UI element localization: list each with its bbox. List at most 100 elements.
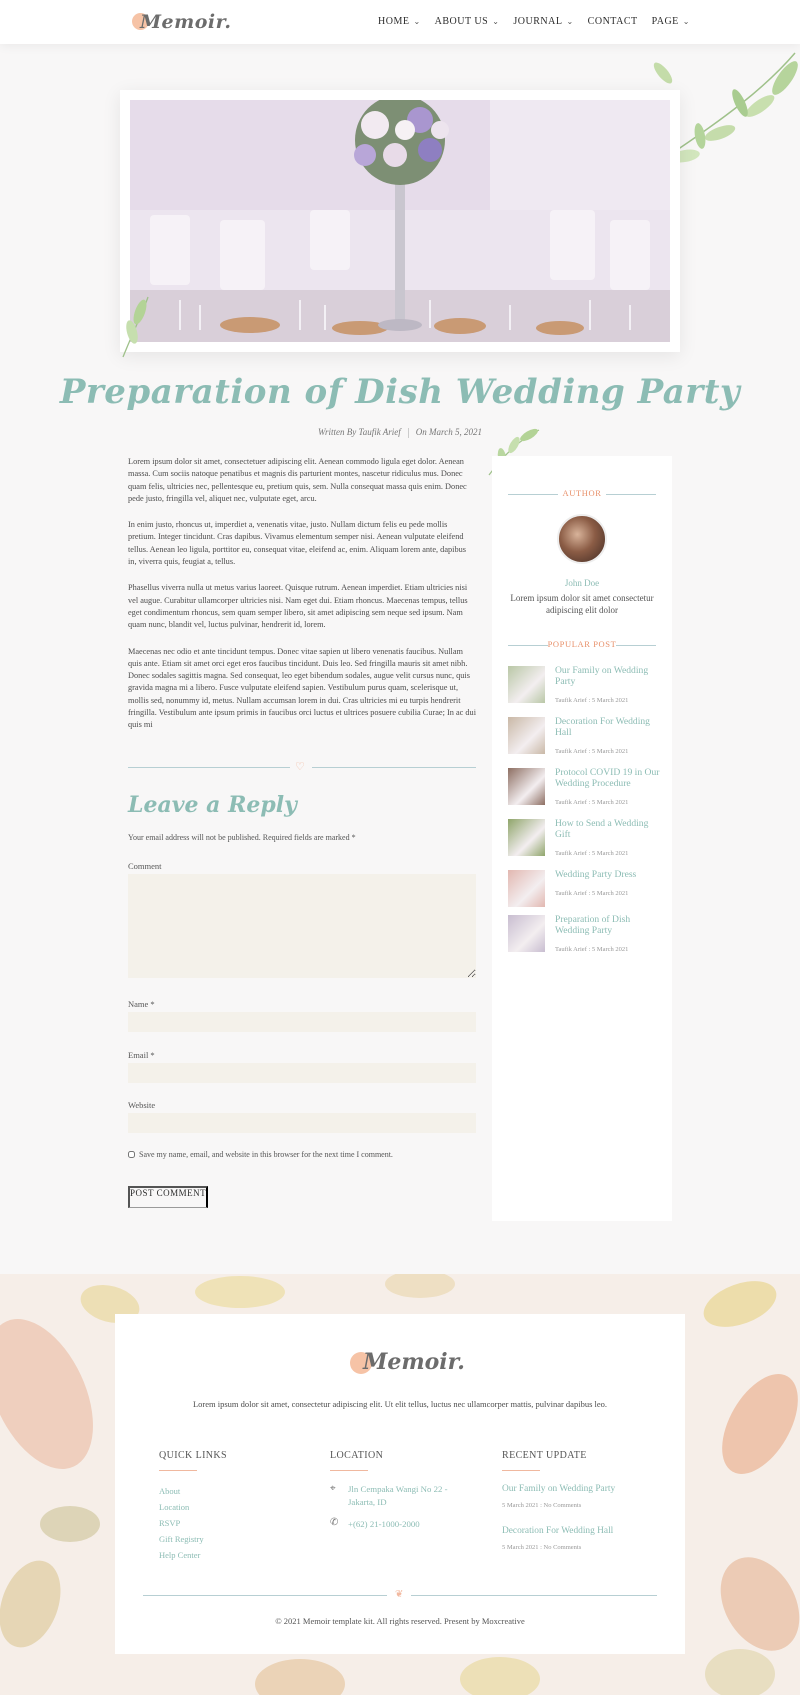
nav-page[interactable]: PAGE ⌄ xyxy=(652,16,690,27)
footer-link-gift-registry[interactable]: Gift Registry xyxy=(159,1534,204,1544)
footer-divider: ❦ xyxy=(143,1589,657,1600)
author-description: Lorem ipsum dolor sit amet consectetur a… xyxy=(510,593,654,615)
nav-home-label: HOME xyxy=(378,16,410,27)
post-date: On March 5, 2021 xyxy=(415,427,482,437)
name-label: Name * xyxy=(128,999,155,1009)
recent-update-title-link[interactable]: Decoration For Wedding Hall xyxy=(502,1526,613,1536)
author-avatar xyxy=(557,514,607,564)
popular-post-item[interactable]: Our Family on Wedding Party Taufik Arief… xyxy=(508,665,662,710)
meta-separator xyxy=(407,427,409,438)
quick-links-title: QUICK LINKS xyxy=(159,1450,228,1461)
nav-contact[interactable]: CONTACT xyxy=(588,16,638,27)
comment-field[interactable] xyxy=(128,874,476,978)
nav-about-label: ABOUT US xyxy=(434,16,489,27)
popular-post-meta: Taufik Arief : 5 March 2021 xyxy=(555,748,629,755)
main-nav: HOME ⌄ ABOUT US ⌄ JOURNAL ⌄ CONTACT PAGE ⌄ xyxy=(378,16,690,27)
nav-journal[interactable]: JOURNAL ⌄ xyxy=(513,16,573,27)
nav-about-us[interactable]: ABOUT US ⌄ xyxy=(435,16,500,27)
popular-post-title[interactable]: How to Send a Wedding Gift xyxy=(555,818,662,840)
footer-link-location[interactable]: Location xyxy=(159,1502,189,1512)
divider-line-left xyxy=(128,767,290,768)
heading-line-right xyxy=(616,645,656,646)
location-title: LOCATION xyxy=(330,1450,384,1461)
sidebar: AUTHOR John Doe Lorem ipsum dolor sit am… xyxy=(492,456,672,1221)
phone-icon: ✆ xyxy=(330,1517,339,1528)
popular-post-title[interactable]: Wedding Party Dress xyxy=(555,869,662,881)
comment-label: Comment xyxy=(128,861,162,871)
location-underline xyxy=(330,1470,368,1471)
footer-logo-text: Memoir. xyxy=(363,1349,465,1375)
save-info-label: Save my name, email, and website in this… xyxy=(139,1150,393,1159)
popular-post-item[interactable]: How to Send a Wedding Gift Taufik Arief … xyxy=(508,818,662,863)
popular-heading: POPULAR POST xyxy=(508,639,656,651)
popular-heading-text: POPULAR POST xyxy=(547,639,617,649)
recent-update-title: RECENT UPDATE xyxy=(502,1450,587,1461)
popular-post-meta: Taufik Arief : 5 March 2021 xyxy=(555,799,629,806)
divider-line-left xyxy=(143,1595,387,1596)
recent-update-meta: 5 March 2021 : No Comments xyxy=(502,1544,582,1551)
footer-link-help-center[interactable]: Help Center xyxy=(159,1550,200,1560)
chevron-down-icon: ⌄ xyxy=(413,17,421,26)
site-header: Memoir. HOME ⌄ ABOUT US ⌄ JOURNAL ⌄ CONTACT… xyxy=(0,0,800,44)
post-paragraph: Lorem ipsum dolor sit amet, consectetuer… xyxy=(128,457,467,503)
popular-post-item[interactable]: Preparation of Dish Wedding Party Taufik… xyxy=(508,914,662,959)
footer-link-about[interactable]: About xyxy=(159,1486,180,1496)
recent-update-title-link[interactable]: Our Family on Wedding Party xyxy=(502,1484,615,1494)
quick-links-underline xyxy=(159,1470,197,1471)
post-paragraph: Maecenas nec odio et ante tincidunt temp… xyxy=(128,646,477,730)
footer-phone: +(62) 21-1000-2000 xyxy=(348,1519,420,1529)
footer-description: Lorem ipsum dolor sit amet, consectetur … xyxy=(192,1399,608,1409)
nav-home[interactable]: HOME ⌄ xyxy=(378,16,421,27)
popular-post-item[interactable]: Decoration For Wedding Hall Taufik Arief… xyxy=(508,716,662,761)
copyright: © 2021 Memoir template kit. All rights r… xyxy=(275,1616,525,1626)
post-paragraph: In enim justo, rhoncus ut, imperdiet a, … xyxy=(128,520,466,567)
content-divider: ♡ xyxy=(128,760,476,773)
popular-post-item[interactable]: Wedding Party Dress Taufik Arief : 5 Mar… xyxy=(508,869,662,914)
author-heading: AUTHOR xyxy=(508,488,656,500)
popular-post-thumbnail xyxy=(508,915,545,952)
nav-page-label: PAGE xyxy=(651,16,679,27)
popular-post-thumbnail xyxy=(508,768,545,805)
popular-post-thumbnail xyxy=(508,819,545,856)
popular-post-thumbnail xyxy=(508,870,545,907)
popular-post-title[interactable]: Decoration For Wedding Hall xyxy=(555,716,662,738)
divider-line-right xyxy=(312,767,476,768)
footer-link-rsvp[interactable]: RSVP xyxy=(159,1518,180,1528)
logo-text: Memoir. xyxy=(140,11,232,33)
popular-post-title[interactable]: Preparation of Dish Wedding Party xyxy=(555,914,662,936)
map-pin-icon: ⌖ xyxy=(330,1483,336,1494)
site-logo[interactable]: Memoir. xyxy=(132,9,231,35)
divider-line-right xyxy=(411,1595,657,1596)
popular-post-meta: Taufik Arief : 5 March 2021 xyxy=(555,946,629,953)
recent-update-meta: 5 March 2021 : No Comments xyxy=(502,1502,582,1509)
post-paragraph: Phasellus viverra nulla ut metus varius … xyxy=(128,583,468,630)
nav-journal-label: JOURNAL xyxy=(513,16,563,27)
hero-image-card xyxy=(120,90,680,352)
footer-card: Memoir. Lorem ipsum dolor sit amet, cons… xyxy=(115,1314,685,1654)
post-comment-button[interactable]: POST COMMENT xyxy=(128,1186,209,1208)
author-name: John Doe xyxy=(564,578,600,588)
popular-post-title[interactable]: Our Family on Wedding Party xyxy=(555,665,662,687)
leaf-icon: ❦ xyxy=(395,1589,404,1600)
popular-post-meta: Taufik Arief : 5 March 2021 xyxy=(555,697,629,704)
website-field[interactable] xyxy=(128,1113,476,1133)
website-label: Website xyxy=(128,1100,156,1110)
heading-line-right xyxy=(606,494,656,495)
save-info-row[interactable]: Save my name, email, and website in this… xyxy=(128,1150,393,1159)
popular-post-item[interactable]: Protocol COVID 19 in Our Wedding Procedu… xyxy=(508,767,662,812)
nav-contact-label: CONTACT xyxy=(587,16,638,27)
footer-address: Jln Cempaka Wangi No 22 - Jakarta, ID xyxy=(348,1484,448,1507)
name-field[interactable] xyxy=(128,1012,476,1032)
chevron-down-icon: ⌄ xyxy=(682,17,690,26)
reply-title: Leave a Reply xyxy=(128,792,297,818)
post-meta: Written By Taufik Arief On March 5, 2021 xyxy=(0,427,800,438)
popular-post-thumbnail xyxy=(508,717,545,754)
email-field[interactable] xyxy=(128,1063,476,1083)
save-info-checkbox[interactable] xyxy=(128,1151,135,1158)
popular-post-title[interactable]: Protocol COVID 19 in Our Wedding Procedu… xyxy=(555,767,662,789)
post-author: Written By Taufik Arief xyxy=(318,427,401,437)
popular-post-meta: Taufik Arief : 5 March 2021 xyxy=(555,850,629,857)
post-content: Lorem ipsum dolor sit amet, consectetuer… xyxy=(128,456,476,746)
hero-image-wedding-table xyxy=(130,100,670,342)
chevron-down-icon: ⌄ xyxy=(566,17,574,26)
